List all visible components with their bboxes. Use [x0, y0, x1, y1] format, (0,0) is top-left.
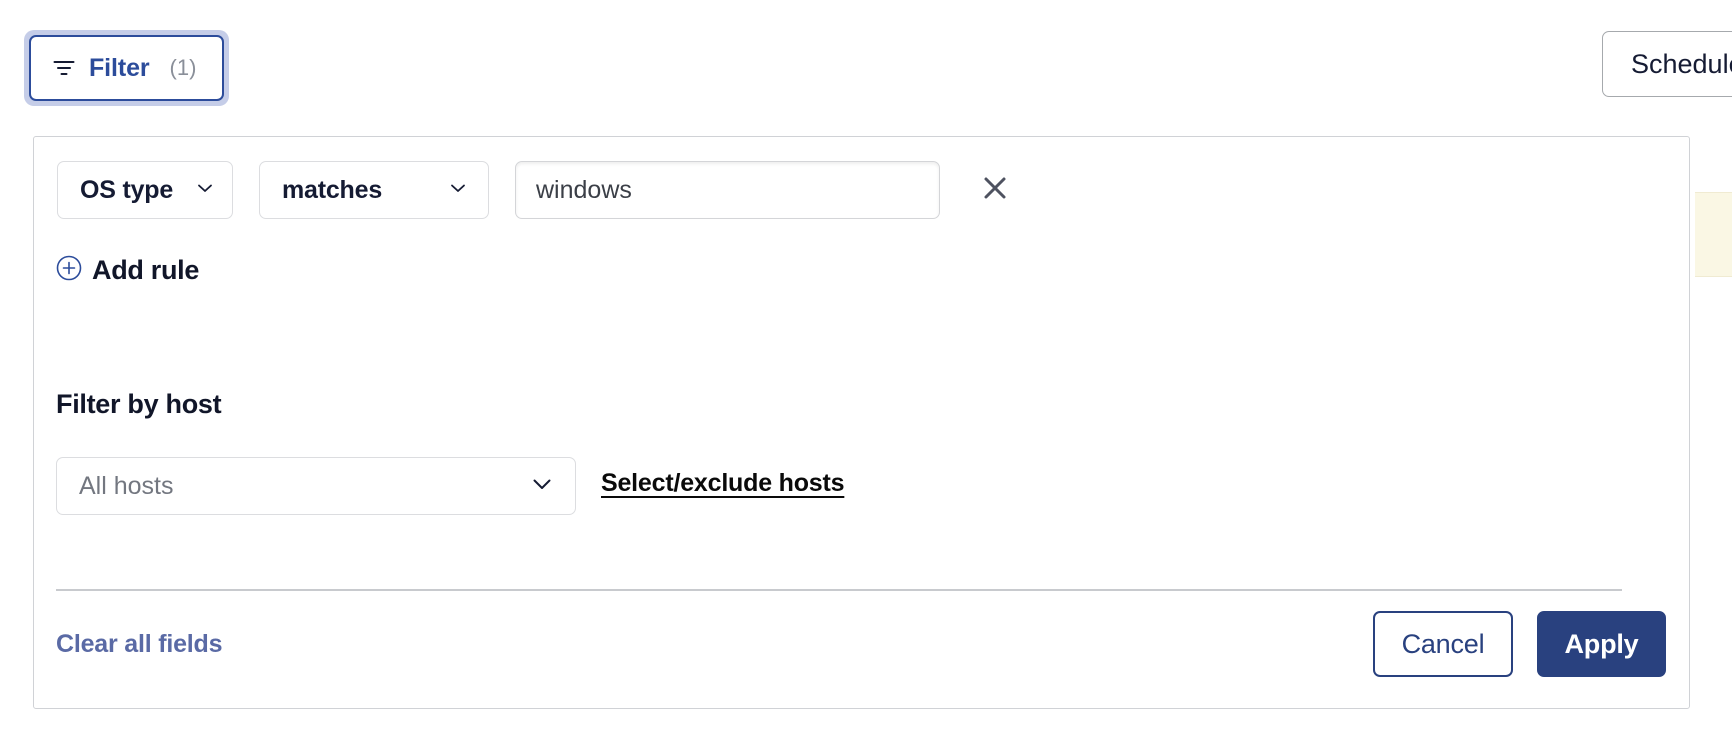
filter-toggle-button[interactable]: Filter (1): [29, 35, 225, 101]
filter-panel: OS type matches windows Add rule Filter …: [33, 136, 1690, 709]
clear-all-fields-button[interactable]: Clear all fields: [56, 630, 223, 659]
schedule-button[interactable]: Schedule: [1602, 31, 1732, 97]
cancel-button[interactable]: Cancel: [1373, 611, 1513, 677]
footer-divider: [56, 589, 1622, 591]
add-rule-label: Add rule: [92, 255, 200, 285]
filter-button-label: Filter: [89, 53, 150, 82]
filter-icon: [53, 57, 75, 79]
chevron-down-icon: [195, 178, 215, 203]
apply-button[interactable]: Apply: [1537, 611, 1666, 677]
rule-value-input[interactable]: [515, 161, 940, 219]
host-select[interactable]: All hosts: [56, 457, 576, 515]
rule-field-select[interactable]: OS type: [57, 161, 233, 219]
schedule-button-label: Schedule: [1631, 48, 1732, 79]
filter-active-count: (1): [169, 55, 197, 80]
rule-operator-select[interactable]: matches: [259, 161, 489, 219]
remove-rule-button[interactable]: [978, 173, 1012, 207]
close-icon: [980, 173, 1010, 208]
footer-actions: Cancel Apply: [1373, 611, 1666, 677]
filter-rule-row: OS type matches: [57, 161, 1012, 219]
chevron-down-icon: [448, 178, 468, 203]
host-select-value: All hosts: [79, 471, 174, 500]
add-rule-button[interactable]: Add rule: [56, 255, 199, 286]
select-exclude-hosts-link[interactable]: Select/exclude hosts: [601, 469, 845, 498]
rule-operator-value: matches: [282, 175, 383, 204]
rule-field-value: OS type: [80, 175, 174, 204]
chevron-down-icon: [529, 471, 555, 502]
notification-banner-strip: [1695, 192, 1732, 277]
filter-button-focus-ring: Filter (1): [24, 30, 230, 106]
plus-circle-icon: [56, 255, 82, 286]
filter-by-host-heading: Filter by host: [56, 389, 222, 419]
